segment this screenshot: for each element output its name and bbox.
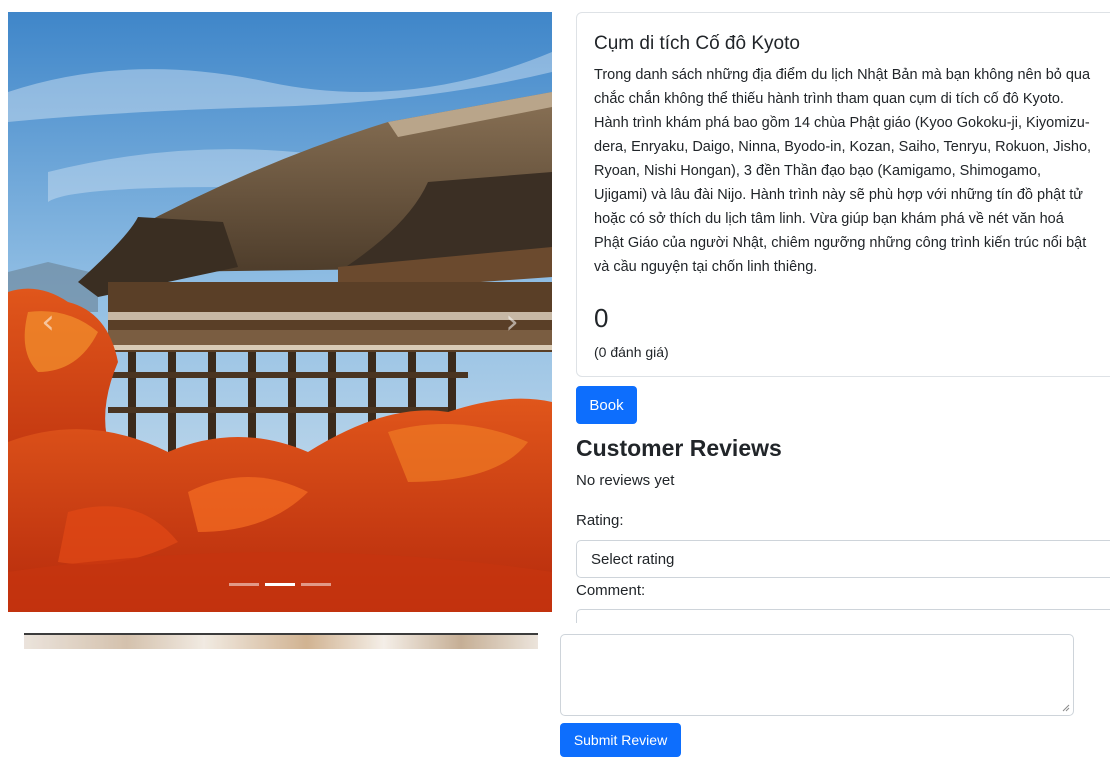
book-button[interactable]: Book: [576, 386, 637, 424]
carousel-prev-button[interactable]: ‹: [28, 292, 68, 352]
attraction-title: Cụm di tích Cố đô Kyoto: [594, 33, 800, 54]
image-carousel[interactable]: ‹ ›: [8, 12, 552, 612]
rating-label: Rating:: [576, 512, 624, 529]
no-reviews-text: No reviews yet: [576, 472, 675, 489]
carousel-indicator-3[interactable]: [301, 583, 331, 586]
second-photo-preview: [24, 633, 538, 649]
attraction-card: Cụm di tích Cố đô Kyoto Trong danh sách …: [576, 12, 1110, 377]
rating-count: (0 đánh giá): [594, 344, 669, 360]
rating-select[interactable]: Select rating: [576, 540, 1110, 578]
carousel-indicator-1[interactable]: [229, 583, 259, 586]
submit-review-button[interactable]: Submit Review: [560, 723, 681, 757]
attraction-description: Trong danh sách những địa điểm du lịch N…: [594, 67, 1092, 275]
reviews-heading: Customer Reviews: [576, 435, 782, 461]
carousel-indicator-2[interactable]: [265, 583, 295, 586]
kiyomizu-dera-photo: [8, 12, 552, 612]
average-rating: 0: [594, 303, 609, 333]
carousel-indicators: [8, 583, 552, 586]
resize-handle-icon[interactable]: [1062, 704, 1070, 712]
comment-textarea[interactable]: [560, 634, 1074, 716]
carousel-next-button[interactable]: ›: [492, 292, 532, 352]
chevron-right-icon: ›: [505, 302, 519, 342]
chevron-left-icon: ‹: [41, 302, 55, 342]
comment-label: Comment:: [576, 582, 646, 599]
rating-select-value: Select rating: [591, 551, 675, 568]
comment-field-top[interactable]: [576, 609, 1110, 623]
